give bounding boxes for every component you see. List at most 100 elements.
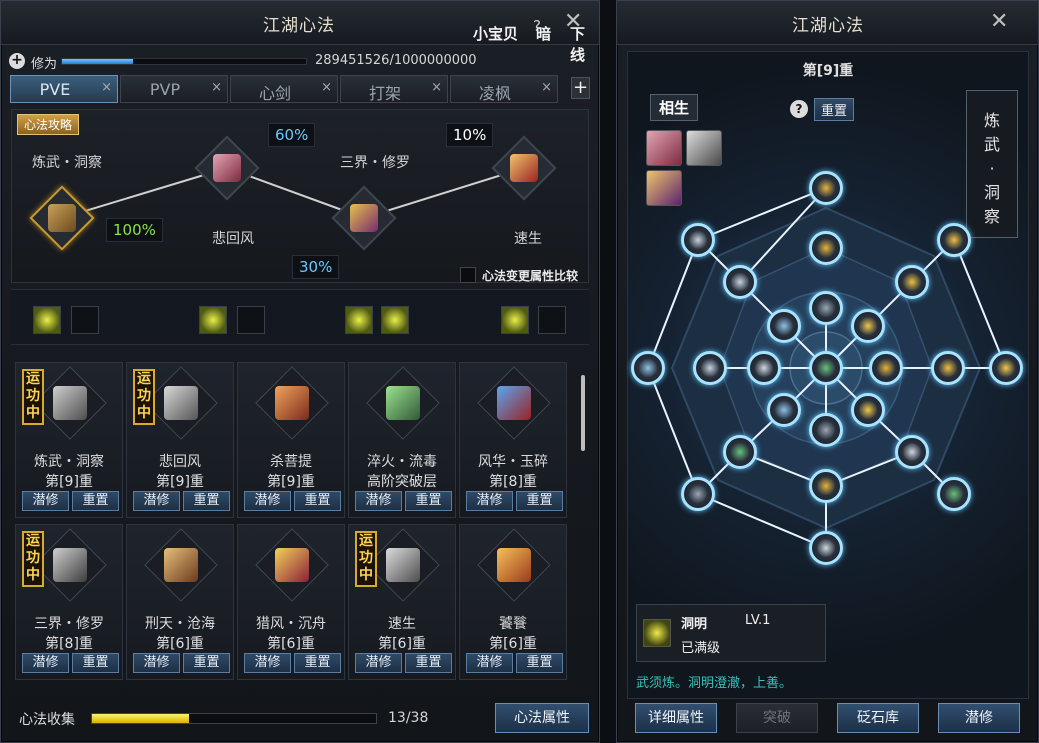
node-icon [903, 273, 921, 291]
tab-close-icon[interactable]: × [211, 80, 222, 95]
meridian-node[interactable] [767, 393, 801, 427]
reset-button[interactable]: 重置 [183, 653, 230, 673]
meridian-node[interactable] [681, 477, 715, 511]
cultivation-label: 修为 [31, 57, 58, 72]
meridian-node[interactable] [895, 265, 929, 299]
add-tab-button[interactable]: + [571, 77, 590, 99]
meridian-node[interactable] [767, 309, 801, 343]
active-tag: 运功中 [133, 369, 155, 425]
xinfa-card[interactable]: 杀菩提 第[9]重 潜修 重置 [237, 362, 345, 518]
skill-slot-empty[interactable] [538, 306, 566, 334]
meridian-node[interactable] [631, 351, 665, 385]
breakthrough-button[interactable]: 突破 [736, 703, 818, 733]
dive-button[interactable]: 潜修 [355, 491, 402, 511]
xinfa-card[interactable]: 刑天・沧海 第[6]重 潜修 重置 [126, 524, 234, 680]
reset-button[interactable]: 重置 [183, 491, 230, 511]
skill-description: 武须炼。洞明澄澈，上善。 [636, 676, 793, 691]
reset-button[interactable]: 重置 [405, 653, 452, 673]
skill-slot-empty[interactable] [237, 306, 265, 334]
meridian-node[interactable] [723, 265, 757, 299]
meridian-node[interactable] [851, 309, 885, 343]
meridian-node[interactable] [937, 223, 971, 257]
meridian-node[interactable] [681, 223, 715, 257]
meridian-node[interactable] [809, 351, 843, 385]
meridian-node[interactable] [851, 393, 885, 427]
meridian-node[interactable] [809, 531, 843, 565]
close-icon[interactable]: ✕ [990, 9, 1008, 34]
tab-dajia[interactable]: 打架 × [340, 75, 448, 103]
reset-button[interactable]: 重置 [516, 653, 563, 673]
tab-close-icon[interactable]: × [541, 80, 552, 95]
meridian-node[interactable] [809, 413, 843, 447]
tab-xinjian[interactable]: 心剑 × [230, 75, 338, 103]
dive-button[interactable]: 潜修 [355, 653, 402, 673]
skill-icon[interactable] [381, 306, 409, 334]
xinfa-card[interactable]: 风华・玉碎 第[8]重 潜修 重置 [459, 362, 567, 518]
pct-2: 60% [268, 123, 316, 147]
tab-lingfeng[interactable]: 凌枫 × [450, 75, 558, 103]
tab-close-icon[interactable]: × [431, 80, 442, 95]
node-icon [775, 401, 793, 419]
reset-button[interactable]: 重置 [405, 491, 452, 511]
meridian-node[interactable] [809, 231, 843, 265]
card-name: 三界・修罗 [34, 616, 104, 632]
reset-button[interactable]: 重置 [294, 491, 341, 511]
dive-button[interactable]: 潜修 [133, 653, 180, 673]
skill-slot-empty[interactable] [71, 306, 99, 334]
pct-3: 30% [292, 255, 340, 279]
tab-pve[interactable]: PVE × [10, 75, 118, 103]
meridian-node[interactable] [693, 351, 727, 385]
xinfa-card[interactable]: 运功中 悲回风 第[9]重 潜修 重置 [126, 362, 234, 518]
card-icon-frame [366, 366, 440, 440]
dive-button[interactable]: 潜修 [244, 491, 291, 511]
meridian-node[interactable] [989, 351, 1023, 385]
dive-button[interactable]: 潜修 [133, 491, 180, 511]
skill-icon[interactable] [345, 306, 373, 334]
xinfa-card[interactable]: 运功中 三界・修罗 第[8]重 潜修 重置 [15, 524, 123, 680]
cultivation-row: + 修为 289451526/1000000000 [9, 51, 599, 73]
meridian-node[interactable] [809, 469, 843, 503]
reset-button[interactable]: 重置 [294, 653, 341, 673]
skill-icon[interactable] [501, 306, 529, 334]
dark-link[interactable]: 暗 [536, 23, 551, 44]
xinfa-icon [53, 548, 87, 582]
dive-button[interactable]: 潜修 [466, 491, 513, 511]
meridian-node[interactable] [937, 477, 971, 511]
xinfa-card[interactable]: 运功中 速生 第[6]重 潜修 重置 [348, 524, 456, 680]
skill-icon[interactable] [199, 306, 227, 334]
xinfa-card[interactable]: 饕餮 第[6]重 潜修 重置 [459, 524, 567, 680]
xinfa-card[interactable]: 淬火・流毒 高阶突破层 潜修 重置 [348, 362, 456, 518]
meridian-node[interactable] [931, 351, 965, 385]
add-cultivation-button[interactable]: + [9, 53, 25, 69]
meridian-node[interactable] [869, 351, 903, 385]
meridian-node[interactable] [723, 435, 757, 469]
stone-library-button[interactable]: 砭石库 [837, 703, 919, 733]
dive-button[interactable]: 潜修 [244, 653, 291, 673]
dive-button[interactable]: 潜修 [22, 653, 69, 673]
tab-pvp[interactable]: PVP × [120, 75, 228, 103]
meridian-node[interactable] [895, 435, 929, 469]
skill-level: LV.1 [745, 613, 771, 628]
card-name: 淬火・流毒 [367, 454, 437, 470]
meridian-node[interactable] [809, 171, 843, 205]
reset-button[interactable]: 重置 [516, 491, 563, 511]
meridian-node[interactable] [747, 351, 781, 385]
compare-checkbox[interactable] [460, 267, 476, 283]
preset-tabs: PVE × PVP × 心剑 × 打架 × 凌枫 × + [10, 75, 590, 103]
dive-button[interactable]: 潜修 [22, 491, 69, 511]
guide-badge[interactable]: 心法攻略 [17, 114, 80, 135]
xinfa-card[interactable]: 运功中 炼武・洞察 第[9]重 潜修 重置 [15, 362, 123, 518]
reset-button[interactable]: 重置 [72, 491, 119, 511]
tab-close-icon[interactable]: × [101, 80, 112, 95]
reset-button[interactable]: 重置 [72, 653, 119, 673]
meridian-node[interactable] [809, 291, 843, 325]
player-name-link[interactable]: 小宝贝 [473, 23, 518, 44]
dive-button[interactable]: 潜修 [466, 653, 513, 673]
xinfa-attr-button[interactable]: 心法属性 [495, 703, 589, 733]
xinfa-card[interactable]: 猎风・沉舟 第[6]重 潜修 重置 [237, 524, 345, 680]
grid-scrollbar[interactable] [581, 375, 585, 451]
skill-icon[interactable] [33, 306, 61, 334]
detail-attr-button[interactable]: 详细属性 [635, 703, 717, 733]
dive-button[interactable]: 潜修 [938, 703, 1020, 733]
tab-close-icon[interactable]: × [321, 80, 332, 95]
